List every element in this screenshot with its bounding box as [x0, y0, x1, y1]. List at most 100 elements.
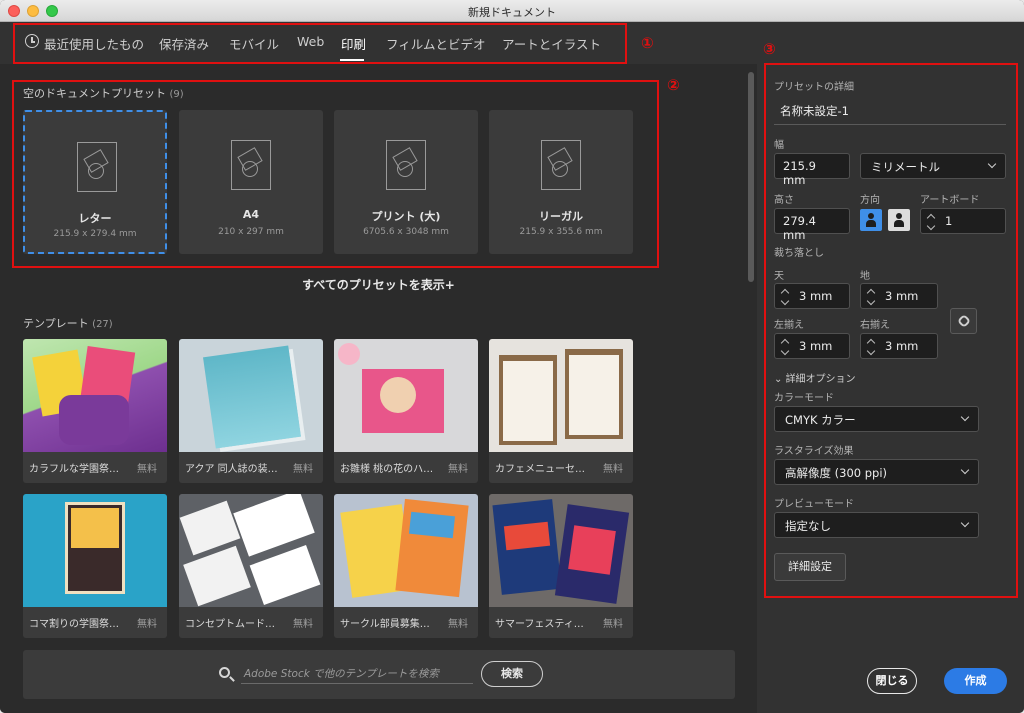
raster-effects-value: 高解像度 (300 ppi) — [785, 466, 888, 480]
tab-print[interactable]: 印刷 — [341, 34, 366, 53]
portrait-orientation-button[interactable] — [860, 209, 882, 231]
bleed-right-field[interactable]: 3 mm — [860, 333, 938, 359]
template-card[interactable]: アクア 同人誌の装… 無料 — [179, 339, 323, 483]
category-tabs: 最近使用したもの 保存済み モバイル Web 印刷 フィルムとビデオ アートとイ… — [0, 22, 1024, 64]
bleed-right-value: 3 mm — [885, 339, 919, 353]
template-price: 無料 — [137, 619, 157, 630]
raster-effects-label: ラスタライズ効果 — [774, 446, 854, 457]
template-price: 無料 — [293, 619, 313, 630]
color-mode-select[interactable]: CMYK カラー — [774, 406, 979, 432]
stock-search-input[interactable]: Adobe Stock で他のテンプレートを検索 — [241, 664, 473, 684]
template-card[interactable]: サマーフェスティ… 無料 — [489, 494, 633, 638]
preset-name: レター — [78, 212, 112, 225]
window-title: 新規ドキュメント — [468, 6, 556, 19]
tab-saved[interactable]: 保存済み — [159, 34, 209, 53]
presets-count: (9) — [169, 89, 184, 100]
preset-card-a4[interactable]: A4 210 x 297 mm — [179, 110, 323, 254]
document-name-field[interactable]: 名称未設定-1 — [780, 103, 849, 119]
unit-select[interactable]: ミリメートル — [860, 153, 1006, 179]
color-mode-label: カラーモード — [774, 393, 834, 404]
scrollbar[interactable] — [745, 64, 757, 644]
width-field[interactable]: 215.9 mm — [774, 153, 850, 187]
annotation-marker-1: ① — [641, 34, 654, 52]
template-name: アクア 同人誌の装… — [185, 464, 278, 475]
template-price: 無料 — [137, 464, 157, 475]
create-button[interactable]: 作成 — [944, 668, 1007, 694]
template-card[interactable]: サークル部員募集… 無料 — [334, 494, 478, 638]
templates-heading: テンプレート (27) — [23, 315, 113, 331]
template-price: 無料 — [448, 619, 468, 630]
name-underline — [774, 124, 1006, 125]
template-thumbnail — [179, 494, 323, 607]
template-name: サークル部員募集… — [340, 619, 430, 630]
presets-heading: 空のドキュメントプリセット (9) — [23, 85, 184, 101]
preset-name: リーガル — [539, 210, 583, 223]
advanced-options-label: 詳細オプション — [785, 374, 856, 385]
orientation-label: 方向 — [860, 195, 880, 206]
preset-card-print-large[interactable]: プリント (大) 6705.6 x 3048 mm — [334, 110, 478, 254]
artboard-value: 1 — [945, 214, 953, 228]
preset-dimensions: 215.9 x 279.4 mm — [53, 229, 137, 239]
bleed-left-label: 左揃え — [774, 320, 804, 331]
templates-count: (27) — [92, 319, 113, 330]
landscape-orientation-button[interactable] — [888, 209, 910, 231]
template-price: 無料 — [293, 464, 313, 475]
bleed-bottom-value: 3 mm — [885, 289, 919, 303]
chevron-down-icon — [960, 412, 970, 422]
search-button[interactable]: 検索 — [481, 661, 543, 687]
preset-details-panel: プリセットの詳細 名称未設定-1 幅 215.9 mm ミリメートル 高さ 方向… — [757, 64, 1024, 713]
template-price: 無料 — [448, 464, 468, 475]
template-thumbnail — [489, 494, 633, 607]
template-name: カフェメニューセ… — [495, 464, 585, 475]
template-name: カラフルな学園祭… — [29, 464, 119, 475]
search-icon — [219, 667, 230, 678]
link-bleed-button[interactable] — [950, 308, 977, 334]
presets-title: 空のドキュメントプリセット — [23, 87, 166, 100]
bleed-left-value: 3 mm — [799, 339, 833, 353]
width-label: 幅 — [774, 140, 784, 151]
preset-card-legal[interactable]: リーガル 215.9 x 355.6 mm — [489, 110, 633, 254]
document-icon — [386, 140, 426, 190]
template-card[interactable]: カフェメニューセ… 無料 — [489, 339, 633, 483]
bleed-label: 裁ち落とし — [774, 248, 824, 259]
advanced-options-toggle[interactable]: ⌄ 詳細オプション — [774, 370, 856, 385]
template-name: お雛様 桃の花のハ… — [340, 464, 434, 475]
stock-search-bar: Adobe Stock で他のテンプレートを検索 検索 — [23, 650, 735, 699]
preset-card-letter[interactable]: レター 215.9 x 279.4 mm — [23, 110, 167, 254]
preview-mode-label: プレビューモード — [774, 499, 854, 510]
annotation-marker-3: ③ — [763, 40, 776, 58]
bleed-right-label: 右揃え — [860, 320, 890, 331]
unit-value: ミリメートル — [871, 160, 940, 174]
tab-art-illustration[interactable]: アートとイラスト — [502, 34, 601, 53]
tab-recent[interactable]: 最近使用したもの — [44, 34, 144, 53]
preview-mode-select[interactable]: 指定なし — [774, 512, 979, 538]
template-card[interactable]: コンセプトムード… 無料 — [179, 494, 323, 638]
close-button[interactable]: 閉じる — [867, 668, 917, 694]
bleed-top-value: 3 mm — [799, 289, 833, 303]
bleed-top-field[interactable]: 3 mm — [774, 283, 850, 309]
artboard-field[interactable]: 1 — [920, 208, 1006, 234]
template-card[interactable]: お雛様 桃の花のハ… 無料 — [334, 339, 478, 483]
template-thumbnail — [334, 494, 478, 607]
raster-effects-select[interactable]: 高解像度 (300 ppi) — [774, 459, 979, 485]
bleed-bottom-field[interactable]: 3 mm — [860, 283, 938, 309]
tab-web[interactable]: Web — [297, 34, 324, 49]
template-card[interactable]: カラフルな学園祭… 無料 — [23, 339, 167, 483]
template-thumbnail — [179, 339, 323, 452]
landscape-icon — [894, 213, 904, 227]
show-all-presets-link[interactable]: すべてのプリセットを表示+ — [0, 276, 757, 293]
color-mode-value: CMYK カラー — [785, 413, 856, 427]
artboard-label: アートボード — [920, 195, 980, 206]
preview-mode-value: 指定なし — [785, 519, 831, 533]
height-field[interactable]: 279.4 mm — [774, 208, 850, 242]
clock-icon — [25, 34, 39, 48]
template-thumbnail — [23, 339, 167, 452]
bleed-left-field[interactable]: 3 mm — [774, 333, 850, 359]
bleed-top-label: 天 — [774, 271, 784, 282]
template-card[interactable]: コマ割りの学園祭… 無料 — [23, 494, 167, 638]
template-name: コマ割りの学園祭… — [29, 619, 119, 630]
more-settings-button[interactable]: 詳細設定 — [774, 553, 846, 581]
tab-film-video[interactable]: フィルムとビデオ — [386, 34, 486, 53]
tab-mobile[interactable]: モバイル — [229, 34, 279, 53]
scrollbar-thumb[interactable] — [748, 72, 754, 282]
